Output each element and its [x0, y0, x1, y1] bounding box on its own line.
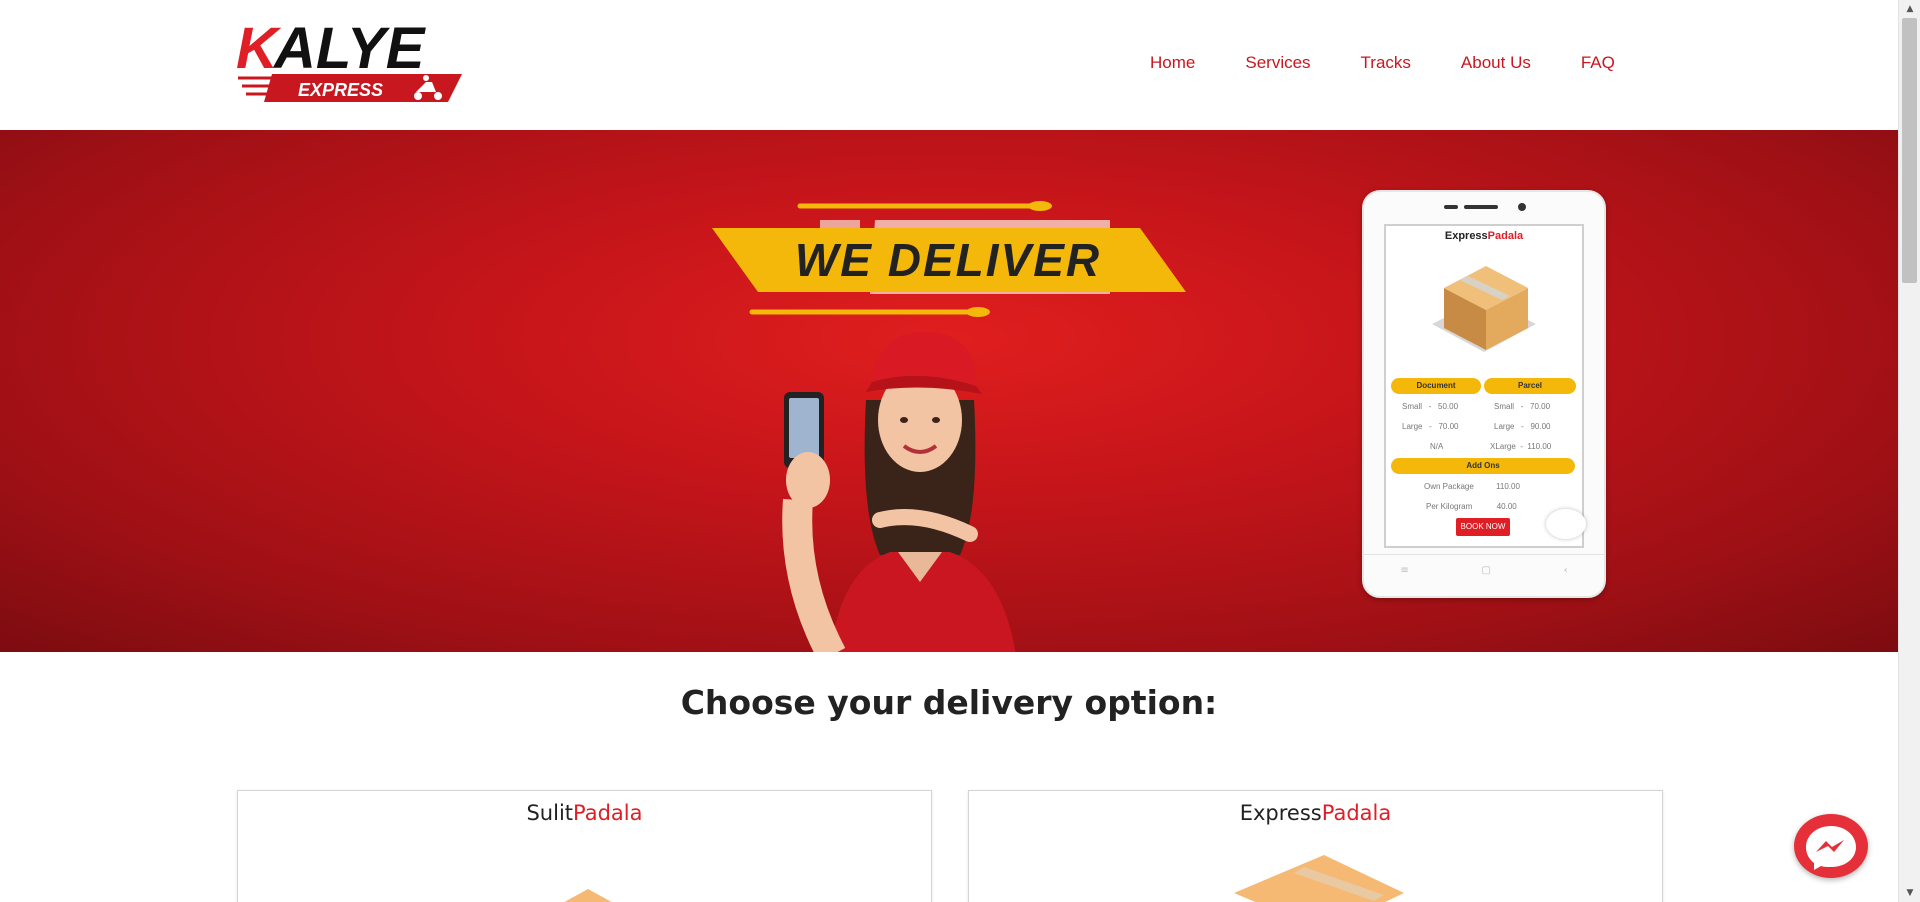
- eye: [900, 417, 908, 423]
- triangle-down-icon[interactable]: ▼: [1899, 884, 1920, 902]
- phone-nav-bar: ≡ ▢ ‹: [1364, 554, 1604, 585]
- messenger-chat-button[interactable]: [1794, 814, 1868, 878]
- screen-floating-button[interactable]: [1546, 509, 1586, 539]
- parcel-row: Large - 90.00: [1494, 422, 1551, 431]
- parcel-row: Small - 70.00: [1494, 402, 1551, 411]
- arm: [782, 498, 846, 652]
- addons-pill: Add Ons: [1391, 458, 1575, 474]
- document-row: Small - 50.00: [1402, 402, 1459, 411]
- logo-graphic: K ALYE EXPRESS: [236, 16, 462, 102]
- triangle-up-icon[interactable]: ▲: [1899, 0, 1920, 18]
- menu-icon: ≡: [1400, 564, 1409, 576]
- section-heading: Choose your delivery option:: [680, 683, 1218, 722]
- card-title-red: Padala: [573, 801, 643, 825]
- home-square-icon: ▢: [1481, 564, 1491, 576]
- document-row: N/A: [1430, 442, 1444, 451]
- screen-title-red: Padala: [1487, 230, 1524, 242]
- logo-word: ALYE: [272, 16, 427, 81]
- screen-title-black: Express: [1444, 230, 1488, 242]
- phone-mockup: ExpressPadala Document Parcel Small - 50…: [1362, 190, 1606, 598]
- hero-banner: WE DELIVER ExpressPadala Document Parcel…: [0, 130, 1898, 652]
- logo-tagline: EXPRESS: [298, 80, 383, 100]
- we-deliver-banner: WE DELIVER: [712, 201, 1186, 317]
- back-icon: ‹: [1563, 564, 1568, 576]
- parcel-box-icon: [1432, 266, 1536, 352]
- page: K ALYE EXPRESS Home Services Tracks Abou…: [0, 0, 1898, 902]
- card-title: ExpressPadala: [969, 801, 1662, 825]
- banner-line-tip: [966, 307, 990, 317]
- held-phone-screen: [789, 398, 819, 458]
- phone-screen: ExpressPadala Document Parcel Small - 50…: [1384, 224, 1586, 548]
- document-row: Large - 70.00: [1402, 422, 1459, 431]
- nav-tracks[interactable]: Tracks: [1361, 53, 1411, 73]
- screen-title: ExpressPadala: [1386, 230, 1582, 242]
- eye: [932, 417, 940, 423]
- vertical-scrollbar[interactable]: ▲ ▼: [1898, 0, 1920, 902]
- nav-home[interactable]: Home: [1150, 53, 1195, 73]
- document-pill: Document: [1391, 378, 1481, 394]
- nav-about-us[interactable]: About Us: [1461, 53, 1531, 73]
- delivery-woman-image: [782, 331, 1016, 652]
- card-title: SulitPadala: [238, 801, 931, 825]
- kalye-express-logo[interactable]: K ALYE EXPRESS: [236, 16, 462, 106]
- nav-services[interactable]: Services: [1245, 53, 1310, 73]
- parcel-pill: Parcel: [1484, 378, 1576, 394]
- site-header: K ALYE EXPRESS Home Services Tracks Abou…: [0, 0, 1898, 130]
- card-title-red: Padala: [1321, 801, 1392, 825]
- phone-speaker: [1444, 203, 1526, 211]
- nav-faq[interactable]: FAQ: [1581, 53, 1615, 73]
- express-padala-card[interactable]: ExpressPadala: [968, 790, 1663, 902]
- addon-row: Per Kilogram 40.00: [1426, 502, 1517, 511]
- banner-line-tip: [1028, 201, 1052, 211]
- scrollbar-thumb[interactable]: [1902, 18, 1917, 283]
- sulit-padala-card[interactable]: SulitPadala: [237, 790, 932, 902]
- main-nav: Home Services Tracks About Us FAQ: [1150, 53, 1665, 73]
- box-icon: [1234, 855, 1404, 902]
- banner-text: WE DELIVER: [795, 234, 1101, 286]
- card-title-black: Sulit: [526, 801, 574, 825]
- parcel-row: XLarge - 110.00: [1490, 442, 1552, 451]
- book-now-button[interactable]: BOOK NOW: [1456, 518, 1510, 536]
- box-icon: [564, 889, 612, 902]
- card-title-black: Express: [1239, 801, 1322, 825]
- addon-row: Own Package 110.00: [1424, 482, 1520, 491]
- messenger-icon: [1806, 826, 1856, 870]
